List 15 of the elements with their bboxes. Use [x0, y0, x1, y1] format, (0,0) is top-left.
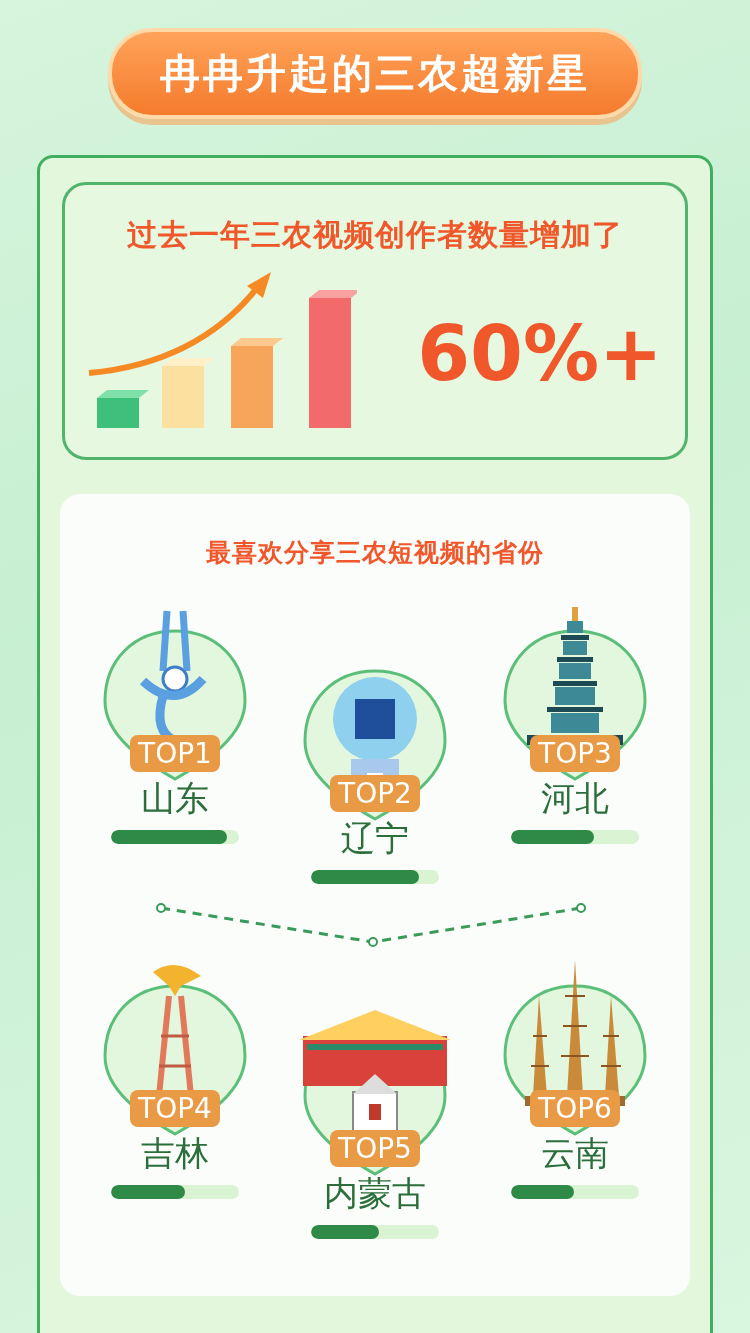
- rank-badge: TOP5: [330, 1130, 420, 1167]
- province-name: 山东: [141, 777, 209, 820]
- rank-badge: TOP6: [530, 1090, 620, 1127]
- province-name: 河北: [541, 777, 609, 820]
- rank-badge: TOP3: [530, 735, 620, 772]
- province-name: 内蒙古: [324, 1172, 426, 1215]
- rank-badge: TOP2: [330, 775, 420, 812]
- rank-badge: TOP1: [130, 735, 220, 772]
- provinces-title: 最喜欢分享三农短视频的省份: [206, 537, 544, 569]
- province-name: 云南: [541, 1132, 609, 1175]
- rank-badge: TOP4: [130, 1090, 220, 1127]
- province-name: 吉林: [141, 1132, 209, 1175]
- growth-percentage: 60%+: [417, 308, 663, 398]
- growth-headline: 过去一年三农视频创作者数量增加了: [127, 216, 623, 254]
- province-name: 辽宁: [341, 817, 409, 860]
